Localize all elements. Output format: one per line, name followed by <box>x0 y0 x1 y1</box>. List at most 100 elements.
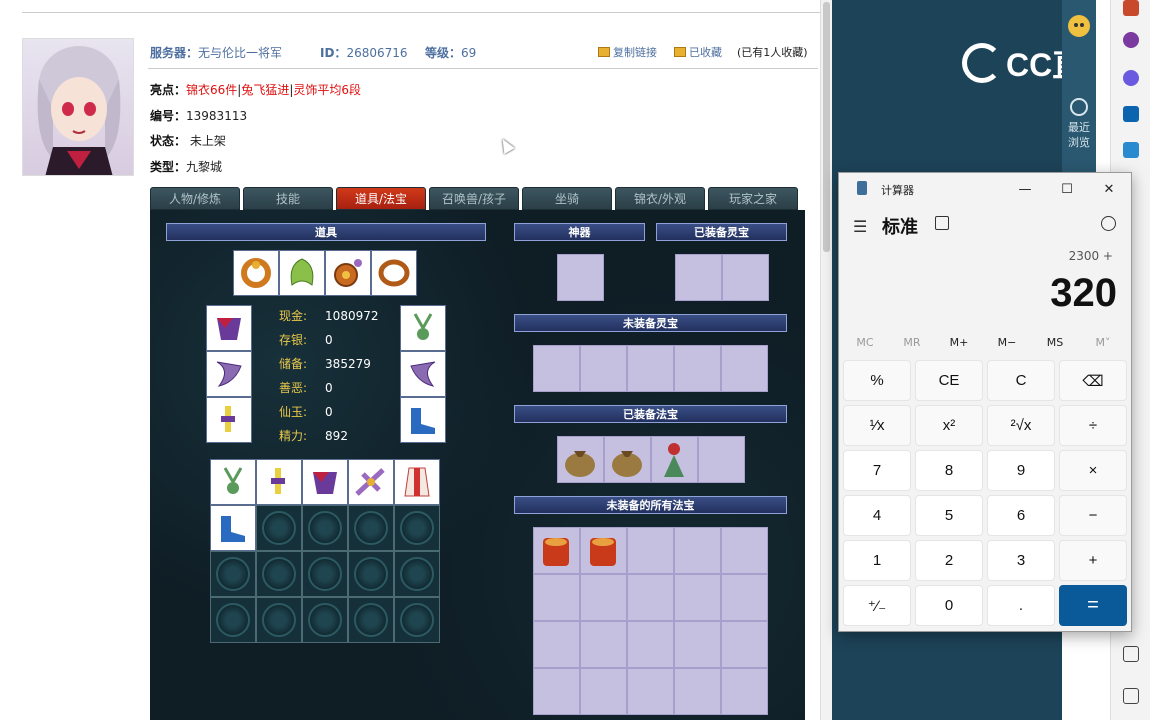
decimal-key[interactable]: . <box>987 585 1055 626</box>
screenshot-icon[interactable] <box>1123 646 1139 662</box>
empty-inventory-slot[interactable] <box>256 505 302 551</box>
equipment-slot[interactable] <box>206 397 252 443</box>
empty-inventory-slot[interactable] <box>210 551 256 597</box>
keep-on-top-icon[interactable] <box>935 216 949 230</box>
digit-key[interactable]: 9 <box>987 450 1055 491</box>
fabao-slot[interactable] <box>580 621 627 668</box>
hamburger-menu-icon[interactable]: ☰ <box>853 217 867 236</box>
fabao-slot[interactable] <box>721 574 768 621</box>
empty-inventory-slot[interactable] <box>210 597 256 643</box>
empty-inventory-slot[interactable] <box>302 505 348 551</box>
item-slot[interactable] <box>233 250 279 296</box>
unequipped-lingbao-slot[interactable] <box>674 345 721 392</box>
fabao-slot[interactable] <box>674 527 721 574</box>
item-slot[interactable] <box>371 250 417 296</box>
tab-skills[interactable]: 技能 <box>243 187 333 210</box>
clear-entry-key[interactable]: CE <box>915 360 983 401</box>
scrollbar-thumb[interactable] <box>823 2 830 252</box>
item-slot[interactable] <box>279 250 325 296</box>
empty-inventory-slot[interactable] <box>302 551 348 597</box>
history-icon[interactable] <box>1101 216 1116 231</box>
people-icon[interactable] <box>1123 32 1139 48</box>
equipped-fabao-slot[interactable] <box>557 436 604 483</box>
memory-subtract-button[interactable]: M− <box>983 336 1031 349</box>
tab-character[interactable]: 人物/修炼 <box>150 187 240 210</box>
empty-inventory-slot[interactable] <box>394 551 440 597</box>
inventory-slot[interactable] <box>302 459 348 505</box>
open-external-icon[interactable] <box>1123 688 1139 704</box>
inventory-slot[interactable] <box>394 459 440 505</box>
inventory-slot[interactable] <box>210 459 256 505</box>
empty-inventory-slot[interactable] <box>302 597 348 643</box>
fabao-slot[interactable] <box>580 527 627 574</box>
empty-inventory-slot[interactable] <box>348 551 394 597</box>
fabao-slot[interactable] <box>721 668 768 715</box>
digit-key[interactable]: 2 <box>915 540 983 581</box>
digit-key[interactable]: 1 <box>843 540 911 581</box>
digit-key[interactable]: 0 <box>915 585 983 626</box>
fabao-slot[interactable] <box>627 574 674 621</box>
fabao-slot[interactable] <box>721 527 768 574</box>
copilot-icon[interactable] <box>1123 70 1139 86</box>
equipment-slot[interactable] <box>206 305 252 351</box>
page-scrollbar[interactable] <box>820 0 832 720</box>
fabao-slot[interactable] <box>580 574 627 621</box>
digit-key[interactable]: 5 <box>915 495 983 536</box>
copy-link-button[interactable]: 复制链接 <box>598 44 657 60</box>
sqrt-key[interactable]: ²√x <box>987 405 1055 446</box>
favorited-button[interactable]: 已收藏 <box>674 44 722 60</box>
fabao-slot[interactable] <box>533 668 580 715</box>
unequipped-lingbao-slot[interactable] <box>533 345 580 392</box>
equipped-fabao-slot[interactable] <box>651 436 698 483</box>
digit-key[interactable]: 6 <box>987 495 1055 536</box>
outlook-icon[interactable] <box>1123 106 1139 122</box>
fabao-slot[interactable] <box>674 668 721 715</box>
empty-inventory-slot[interactable] <box>394 505 440 551</box>
inventory-slot[interactable] <box>256 459 302 505</box>
clear-key[interactable]: C <box>987 360 1055 401</box>
reciprocal-key[interactable]: ¹⁄x <box>843 405 911 446</box>
equipped-fabao-slot[interactable] <box>604 436 651 483</box>
digit-key[interactable]: 7 <box>843 450 911 491</box>
empty-inventory-slot[interactable] <box>256 551 302 597</box>
tab-mounts[interactable]: 坐骑 <box>522 187 612 210</box>
close-button[interactable]: ✕ <box>1089 176 1129 202</box>
fabao-slot[interactable] <box>533 621 580 668</box>
negate-key[interactable]: ⁺∕₋ <box>843 585 911 626</box>
equipment-slot[interactable] <box>400 305 446 351</box>
send-icon[interactable] <box>1123 142 1139 158</box>
unequipped-lingbao-slot[interactable] <box>580 345 627 392</box>
maximize-button[interactable]: ☐ <box>1047 176 1087 202</box>
inventory-slot[interactable] <box>348 459 394 505</box>
memory-store-button[interactable]: MS <box>1031 336 1079 349</box>
fabao-slot[interactable] <box>580 668 627 715</box>
memory-list-button[interactable]: M˅ <box>1079 336 1127 349</box>
multiply-key[interactable]: × <box>1059 450 1127 491</box>
memory-add-button[interactable]: M+ <box>935 336 983 349</box>
digit-key[interactable]: 3 <box>987 540 1055 581</box>
tab-items-fabao[interactable]: 道具/法宝 <box>336 187 426 210</box>
tab-pets-children[interactable]: 召唤兽/孩子 <box>429 187 519 210</box>
memory-clear-button[interactable]: MC <box>841 336 889 349</box>
percent-key[interactable]: % <box>843 360 911 401</box>
minimize-button[interactable]: — <box>1005 176 1045 202</box>
fabao-slot[interactable] <box>533 574 580 621</box>
fabao-slot[interactable] <box>721 621 768 668</box>
empty-inventory-slot[interactable] <box>348 505 394 551</box>
toolbox-icon[interactable] <box>1123 0 1139 16</box>
divide-key[interactable]: ÷ <box>1059 405 1127 446</box>
backspace-key[interactable]: ⌫ <box>1059 360 1127 401</box>
memory-recall-button[interactable]: MR <box>888 336 936 349</box>
equipment-slot[interactable] <box>400 351 446 397</box>
empty-inventory-slot[interactable] <box>348 597 394 643</box>
fabao-slot[interactable] <box>674 574 721 621</box>
equipped-fabao-slot[interactable] <box>698 436 745 483</box>
fabao-slot[interactable] <box>627 621 674 668</box>
item-slot[interactable] <box>325 250 371 296</box>
fabao-slot[interactable] <box>533 527 580 574</box>
equipment-slot[interactable] <box>400 397 446 443</box>
tab-player-home[interactable]: 玩家之家 <box>708 187 798 210</box>
equipment-slot[interactable] <box>206 351 252 397</box>
fabao-slot[interactable] <box>627 668 674 715</box>
digit-key[interactable]: 4 <box>843 495 911 536</box>
